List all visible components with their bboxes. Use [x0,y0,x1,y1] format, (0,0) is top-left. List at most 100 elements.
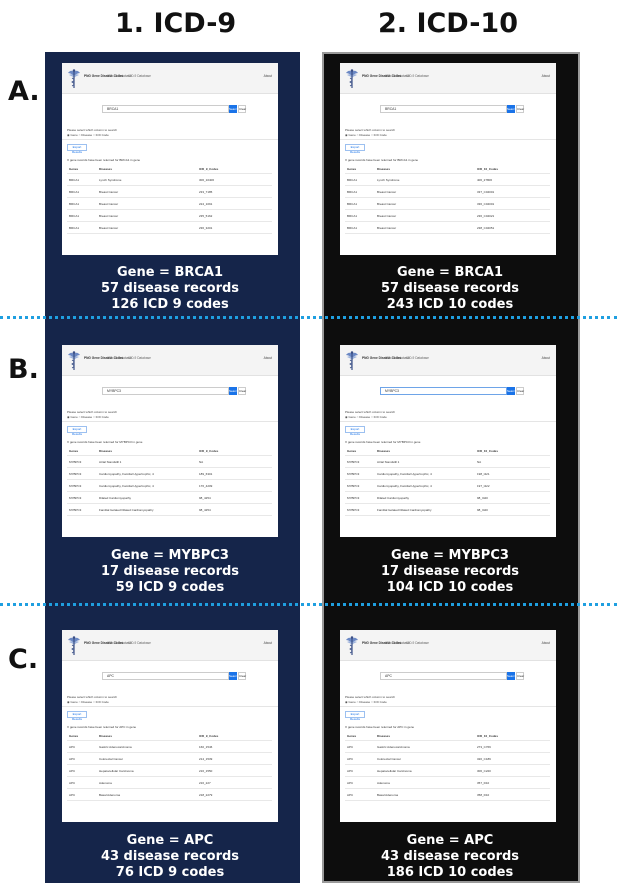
search-button[interactable]: Search [229,387,239,395]
search-column-radios[interactable]: ◉ Gene ○ Disease ○ ICD Code [67,415,109,419]
gene-cell: MYBPC3 [345,503,375,516]
clear-button[interactable]: Clear [238,672,246,680]
table-row: APC Basal Adenoma 358_D10 [345,788,550,801]
row-label-a: A. [8,76,40,107]
disease-records-caption: 43 disease records [100,849,240,864]
search-button[interactable]: Search [507,672,517,680]
search-input[interactable]: APC [102,672,229,680]
gene-cell: BRCA1 [67,197,97,210]
export-results-button[interactable]: Export Results [67,426,87,436]
table-row: APC Basal Adenoma 218_2279 [67,788,272,801]
search-input[interactable]: BRCA1 [102,105,229,113]
codes-column-header: ICD_10_Codes [475,164,550,174]
gene-cell: APC [67,740,97,753]
diseases-column-header: Diseases [97,446,197,456]
icd-codes-caption: 126 ICD 9 codes [111,297,229,312]
code-cell: NA [197,455,272,468]
navbar: PNG Gene Disease Codes ICD-10 Database ICD… [340,630,556,661]
clear-button[interactable]: Clear [516,672,524,680]
disease-cell: Breast Cancer [375,197,475,210]
gene-cell: MYBPC3 [345,491,375,504]
nav-link-about[interactable]: About [542,74,550,78]
nav-link-icd9[interactable]: ICD-9 Database [128,641,151,645]
search-column-radios[interactable]: ◉ Gene ○ Disease ○ ICD Code [345,415,387,419]
search-input[interactable]: APC [380,672,507,680]
nav-link-icd9[interactable]: ICD-9 Database [406,74,429,78]
nav-link-about[interactable]: About [264,74,272,78]
icd10-screenshot-c: PNG Gene Disease Codes ICD-10 Database ICD… [340,630,556,822]
divider [62,706,278,707]
code-cell: 235_5162 [197,209,272,222]
divider [340,706,556,707]
code-cell: 357_D10 [475,776,550,789]
search-column-radios[interactable]: ◉ Gene ○ Disease ○ ICD Code [345,700,387,704]
nav-link-about[interactable]: About [264,641,272,645]
nav-link-icd9[interactable]: ICD-9 Database [406,641,429,645]
code-cell: 320_C189 [475,752,550,765]
search-input[interactable]: MYBPC3 [380,387,507,395]
table-row: APC Gastric Adenocarcinoma 160_1546 [67,740,272,753]
search-column-radios[interactable]: ◉ Gene ○ Disease ○ ICD Code [67,700,109,704]
code-cell: 337_C04001 [475,185,550,198]
nav-link-about[interactable]: About [542,356,550,360]
code-cell: 197_I422 [475,479,550,492]
search-column-hint: Please select which column to search [67,128,118,132]
export-results-button[interactable]: Export Results [67,144,87,154]
genes-column-header: Genes [345,446,375,456]
navbar: PNG Gene Disease Codes ICD-10 Database ICD… [340,345,556,376]
search-column-radios[interactable]: ◉ Gene ○ Disease ○ ICD Code [67,133,109,137]
search-button[interactable]: Search [507,105,517,113]
divider [62,139,278,140]
table-row: BRCA1 Lynch Syndrome 306_10406 [67,173,272,186]
results-table: Genes Diseases ICD_10_Codes MYBPC3 Atrial St… [345,446,550,516]
export-results-button[interactable]: Export Results [345,711,365,721]
results-table: Genes Diseases ICD_9_Codes APC Gastric Adeno… [67,731,272,801]
icd9-screenshot-c: PNG Gene Disease Codes ICD-10 Database ICD… [62,630,278,822]
code-cell: 306_10406 [197,173,272,186]
disease-cell: Cardiomyopathy, Familial Hypertrophic, 4 [375,467,475,480]
export-results-button[interactable]: Export Results [345,144,365,154]
clear-button[interactable]: Clear [516,387,524,395]
search-button[interactable]: Search [229,105,239,113]
results-table: Genes Diseases ICD_10_Codes APC Gastric Aden… [345,731,550,801]
search-column-radios[interactable]: ◉ Gene ○ Disease ○ ICD Code [345,133,387,137]
clear-button[interactable]: Clear [516,105,524,113]
nav-link-about[interactable]: About [542,641,550,645]
table-row: BRCA1 Breast Cancer 236_C04021 [345,209,550,222]
search-input[interactable]: MYBPC3 [102,387,229,395]
table-row: BRCA1 Breast Cancer 336_C04001 [345,197,550,210]
clear-button[interactable]: Clear [238,105,246,113]
table-row: APC Hepatocellular Carcinoma 306_C220 [345,764,550,777]
table-row: MYBPC3 Familial Isolated Dilated Cardiomy… [345,503,550,516]
search-button[interactable]: Search [229,672,239,680]
results-count-text: X gene records have been returned for MY… [67,440,143,444]
clear-button[interactable]: Clear [238,387,246,395]
nav-link-about[interactable]: About [264,356,272,360]
export-results-button[interactable]: Export Results [67,711,87,721]
caduceus-logo-icon [345,634,359,656]
table-row: BRCA1 Breast Cancer 235_5162 [67,209,272,222]
results-table: Genes Diseases ICD_10_Codes BRCA1 Lynch Synd… [345,164,550,234]
table-row: MYBPC3 Cardiomyopathy, Familial Hypertrop… [345,479,550,492]
disease-cell: Dilated Cardiomyopathy [97,491,197,504]
gene-cell: APC [345,752,375,765]
disease-cell: Cardiomyopathy, Familial Hypertrophic, 4 [97,479,197,492]
icd10-caption-a: Gene = BRCA1 57 disease records 243 ICD 10… [330,265,570,313]
codes-column-header: ICD_9_Codes [197,731,272,741]
export-results-button[interactable]: Export Results [345,426,365,436]
icd10-screenshot-a: PNG Gene Disease Codes ICD-10 Database ICD… [340,63,556,255]
nav-link-icd9[interactable]: ICD-9 Database [128,74,151,78]
gene-cell: BRCA1 [67,173,97,186]
search-input[interactable]: BRCA1 [380,105,507,113]
disease-records-caption: 43 disease records [380,849,520,864]
nav-link-icd9[interactable]: ICD-9 Database [128,356,151,360]
disease-records-caption: 17 disease records [100,564,240,579]
table-row: MYBPC3 Cardiomyopathy, Familial Hypertrop… [67,467,272,480]
icd-codes-caption: 76 ICD 9 codes [115,865,225,880]
icd9-caption-b: Gene = MYBPC3 17 disease records 59 ICD 9 … [50,548,290,596]
table-row: MYBPC3 Familial Isolated Dilated Cardiomy… [67,503,272,516]
nav-link-icd9[interactable]: ICD-9 Database [406,356,429,360]
search-button[interactable]: Search [507,387,517,395]
gene-cell: MYBPC3 [67,479,97,492]
code-cell: 358_D10 [475,788,550,801]
